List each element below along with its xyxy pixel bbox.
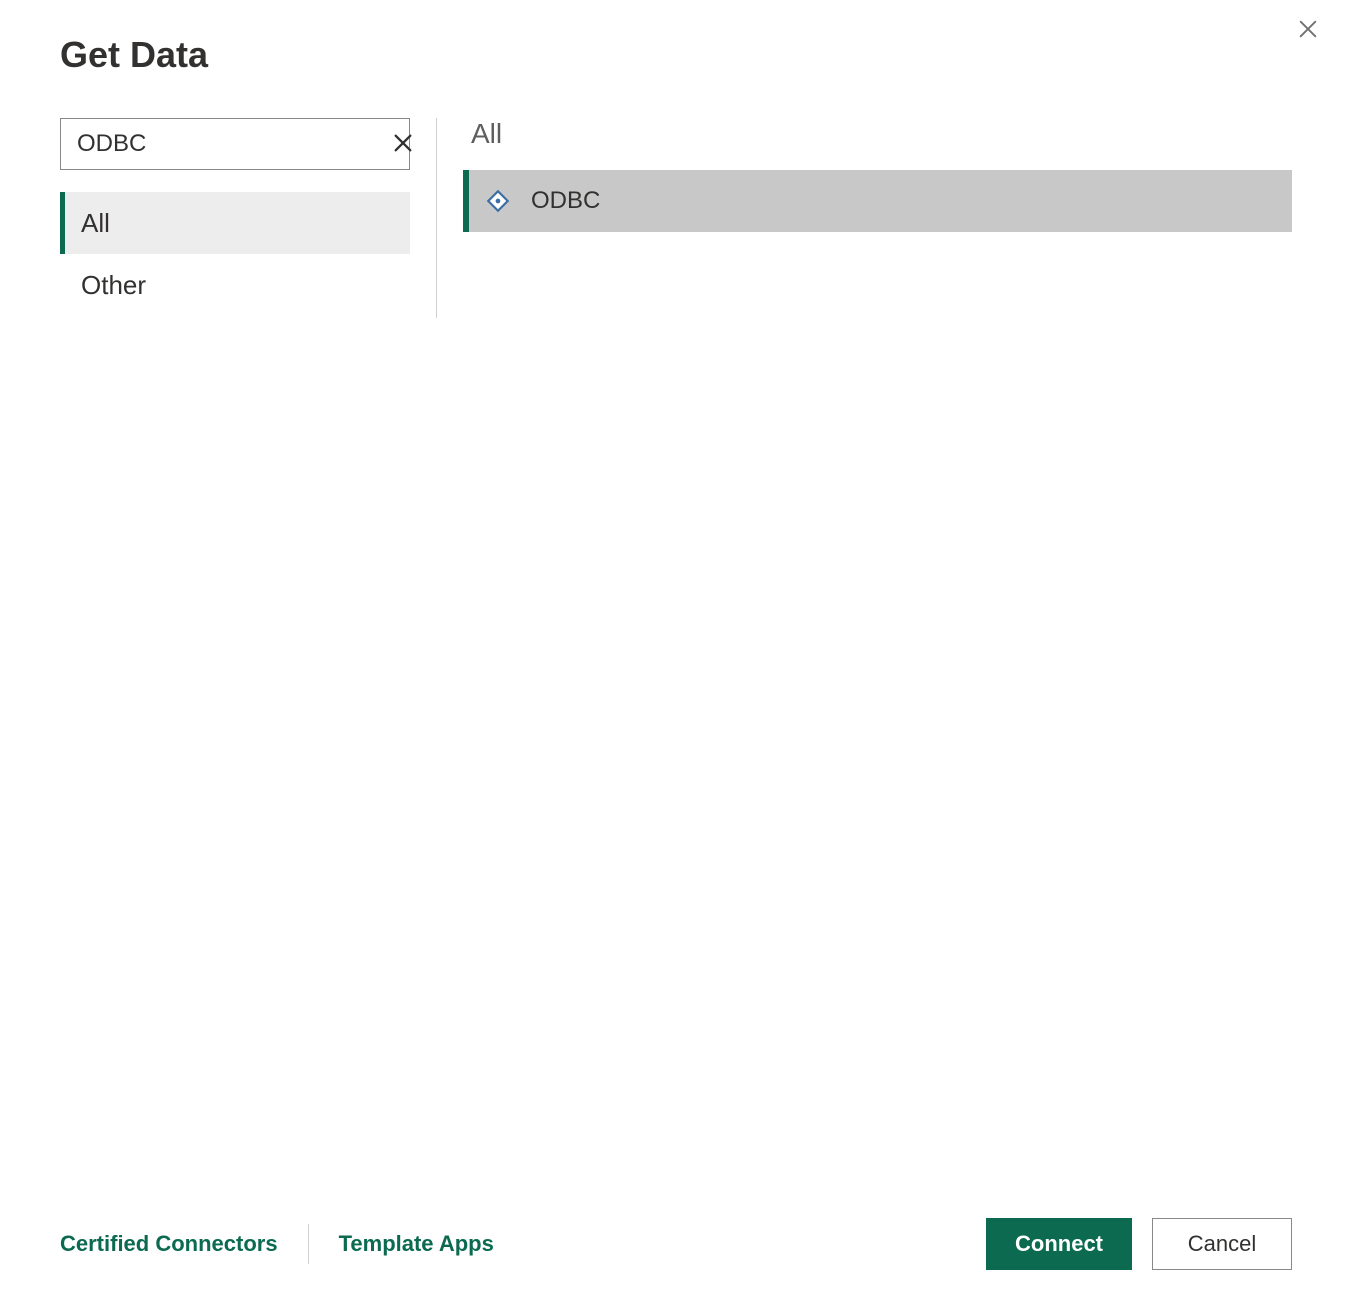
connector-item-odbc[interactable]: ODBC [463, 170, 1292, 232]
cancel-button[interactable]: Cancel [1152, 1218, 1292, 1270]
dialog-title: Get Data [60, 0, 1292, 118]
results-panel: All ODBC [463, 118, 1292, 232]
get-data-dialog: Get Data All Other All [0, 0, 1352, 1312]
template-apps-link[interactable]: Template Apps [339, 1231, 494, 1257]
close-button[interactable] [1288, 10, 1328, 50]
vertical-divider [436, 118, 437, 318]
dialog-body: All Other All ODBC [60, 118, 1292, 338]
dialog-footer: Certified Connectors Template Apps Conne… [60, 1216, 1292, 1272]
results-heading: All [463, 118, 1292, 150]
category-label: Other [81, 270, 146, 301]
search-input[interactable] [75, 129, 389, 159]
footer-divider [308, 1224, 309, 1264]
certified-connectors-link[interactable]: Certified Connectors [60, 1231, 278, 1257]
search-field-wrap [60, 118, 410, 170]
connect-button[interactable]: Connect [986, 1218, 1132, 1270]
close-icon [1297, 18, 1319, 43]
category-label: All [81, 208, 110, 239]
close-icon [392, 132, 414, 157]
sidebar: All Other [60, 118, 410, 316]
connector-label: ODBC [531, 187, 600, 215]
odbc-connector-icon [483, 186, 513, 216]
sidebar-category-all[interactable]: All [60, 192, 410, 254]
clear-search-button[interactable] [389, 130, 417, 158]
sidebar-category-other[interactable]: Other [60, 254, 410, 316]
